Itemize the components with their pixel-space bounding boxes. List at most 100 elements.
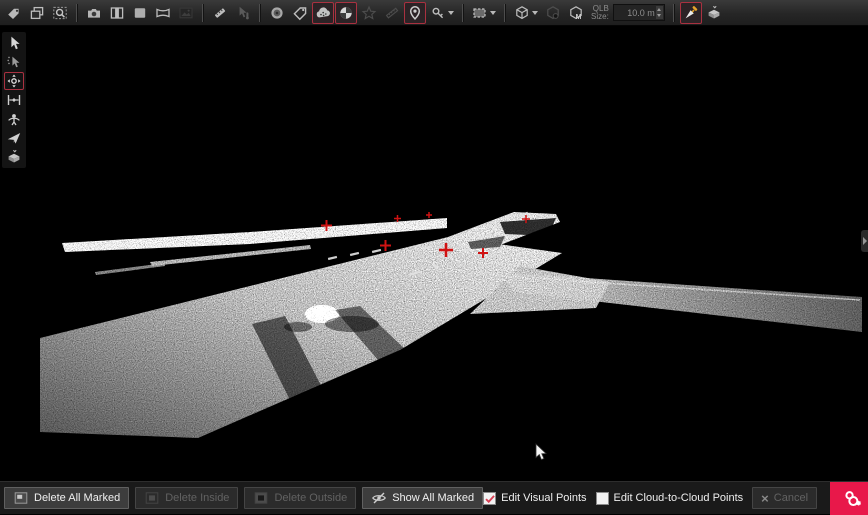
pick-point-button[interactable] xyxy=(232,2,254,24)
image-icon xyxy=(178,5,194,21)
distance-icon xyxy=(6,92,22,108)
qlb-size-label: QLBSize: xyxy=(591,5,609,21)
camera-view-button[interactable] xyxy=(83,2,105,24)
checkbox-edit-visual-points[interactable]: Edit Visual Points xyxy=(483,492,586,505)
camera-icon xyxy=(86,5,102,21)
viewport-3d[interactable] xyxy=(0,26,868,481)
cursor-arrow-icon xyxy=(6,35,22,51)
checkbox-edit-cloud-to-cloud-points[interactable]: Edit Cloud-to-Cloud Points xyxy=(596,492,744,505)
right-panel-expander[interactable] xyxy=(861,230,868,252)
fly-tool-button[interactable] xyxy=(4,129,24,147)
clip-box-tool-button[interactable] xyxy=(4,148,24,166)
chevron-down-icon xyxy=(490,11,496,15)
show-all-marked-button[interactable]: Show All Marked xyxy=(362,487,483,509)
delete-all-marked-icon xyxy=(13,490,29,506)
cascade-windows-icon xyxy=(29,5,45,21)
pan-tool-button[interactable] xyxy=(4,72,24,90)
app-window: M QLBSize: 10.0 m xyxy=(0,0,868,514)
split-view-button[interactable] xyxy=(106,2,128,24)
pan-move-icon xyxy=(6,73,22,89)
svg-text:M: M xyxy=(576,14,582,21)
show-target-spheres-button[interactable] xyxy=(335,2,357,24)
wireframe-button[interactable] xyxy=(358,2,380,24)
cube-axes-icon xyxy=(514,5,530,21)
panorama-icon xyxy=(155,5,171,21)
delete-inside-button[interactable]: Delete Inside xyxy=(135,487,238,509)
orbit-tool-button[interactable] xyxy=(4,110,24,128)
delete-outside-label: Delete Outside xyxy=(274,492,347,504)
solid-view-button[interactable] xyxy=(129,2,151,24)
cancel-label: Cancel xyxy=(774,492,808,504)
checkbox-unchecked-icon[interactable] xyxy=(596,492,609,505)
cursor-sparkle-icon xyxy=(6,54,22,70)
delete-inside-icon xyxy=(144,490,160,506)
delete-all-marked-button[interactable]: Delete All Marked xyxy=(4,487,129,509)
paper-plane-icon xyxy=(6,130,22,146)
chevron-down-icon xyxy=(448,11,454,15)
pick-tag-icon xyxy=(6,5,22,21)
optimize-bundle-icon xyxy=(843,489,862,508)
disc-icon xyxy=(269,5,285,21)
show-point-cloud-button[interactable] xyxy=(312,2,334,24)
measure-distance-tool-button[interactable] xyxy=(4,91,24,109)
show-markers-button[interactable] xyxy=(404,2,426,24)
cube-origin-button[interactable] xyxy=(542,2,564,24)
delete-inside-label: Delete Inside xyxy=(165,492,229,504)
optimize-bundle-button[interactable]: Optimize Bundle xyxy=(830,482,868,515)
cube-model-button[interactable]: M xyxy=(565,2,587,24)
select-rect-icon xyxy=(472,5,488,21)
point-cloud-icon xyxy=(315,5,331,21)
trowel-icon xyxy=(683,5,699,21)
disc-button[interactable] xyxy=(266,2,288,24)
select-tool-button[interactable] xyxy=(4,34,24,52)
toolbar-separator xyxy=(202,4,204,22)
cube-axes-button[interactable] xyxy=(511,2,541,24)
location-pin-icon xyxy=(407,5,423,21)
wireframe-star-icon xyxy=(361,5,377,21)
chevron-down-icon xyxy=(532,11,538,15)
point-cloud-roads xyxy=(40,212,862,438)
cursor-pin-icon xyxy=(235,5,251,21)
toolbar-separator xyxy=(462,4,464,22)
delete-all-marked-label: Delete All Marked xyxy=(34,492,120,504)
tags-button[interactable] xyxy=(289,2,311,24)
eye-slash-icon xyxy=(371,490,387,506)
top-toolbar: M QLBSize: 10.0 m xyxy=(0,0,868,26)
checkbox-label: Edit Cloud-to-Cloud Points xyxy=(614,492,744,504)
zoom-region-button[interactable] xyxy=(49,2,71,24)
measure-small-button[interactable] xyxy=(381,2,403,24)
selection-box-button[interactable] xyxy=(469,2,499,24)
tag-icon xyxy=(292,5,308,21)
paint-select-button[interactable] xyxy=(680,2,702,24)
cascade-windows-button[interactable] xyxy=(26,2,48,24)
checkbox-checked-icon[interactable] xyxy=(483,492,496,505)
cube-o-icon xyxy=(545,5,561,21)
ruler-diagonal-icon xyxy=(212,5,228,21)
image-view-button[interactable] xyxy=(175,2,197,24)
toolbar-separator xyxy=(504,4,506,22)
measure-button[interactable] xyxy=(209,2,231,24)
cancel-button[interactable]: × Cancel xyxy=(752,487,817,509)
zoom-region-icon xyxy=(52,5,68,21)
split-view-icon xyxy=(109,5,125,21)
solid-square-icon xyxy=(132,5,148,21)
keys-button[interactable] xyxy=(427,2,457,24)
small-ruler-icon xyxy=(384,5,400,21)
toolbar-separator xyxy=(76,4,78,22)
toolbar-separator xyxy=(259,4,261,22)
qlb-size-input[interactable]: 10.0 m xyxy=(613,4,665,21)
spinner-arrows-icon[interactable] xyxy=(656,6,663,19)
multi-select-tool-button[interactable] xyxy=(4,53,24,71)
clip-box-button[interactable] xyxy=(703,2,725,24)
qlb-size-value: 10.0 m xyxy=(627,8,655,18)
qlb-size-control: QLBSize: 10.0 m xyxy=(591,4,665,21)
contrast-sphere-icon xyxy=(338,5,354,21)
bottom-action-bar: Delete All Marked Delete Inside Delete Out… xyxy=(0,481,868,514)
delete-outside-button[interactable]: Delete Outside xyxy=(244,487,356,509)
box-caret-icon xyxy=(6,149,22,165)
pick-tag-button[interactable] xyxy=(3,2,25,24)
person-orbit-icon xyxy=(6,111,22,127)
delete-outside-icon xyxy=(253,490,269,506)
panorama-view-button[interactable] xyxy=(152,2,174,24)
close-icon: × xyxy=(761,492,769,505)
